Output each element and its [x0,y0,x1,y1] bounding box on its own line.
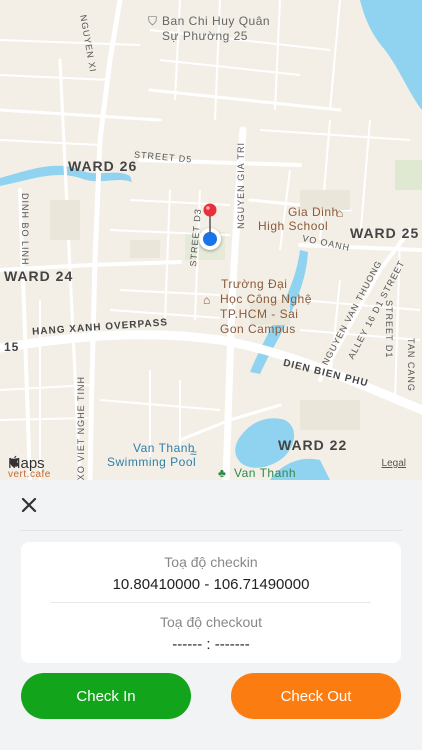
coordinates-card: Toạ độ checkin 10.80410000 - 106.7149000… [21,542,401,663]
ward-label: WARD 24 [4,268,74,284]
street-label: STREET D1 [384,300,394,359]
poi-gia-dinh-label: Gia Dinh [288,205,339,219]
university-icon: ⌂ [203,293,211,307]
park-icon: ♣ [218,466,227,480]
poi-icon: ⛉ [148,14,158,28]
road-number-label: 15 [4,340,20,354]
checkin-panel: Toạ độ checkin 10.80410000 - 106.7149000… [0,480,422,750]
poi-truong-label: TP.HCM - Sai [220,307,299,321]
check-in-button[interactable]: Check In [21,673,191,719]
poi-truong-label: Học Công Nghệ [220,292,312,306]
close-button[interactable] [16,492,42,518]
school-icon: ⌂ [336,206,344,220]
card-divider [51,602,371,603]
apple-logo-icon [10,455,19,467]
poi-van-thanh-label-2: Swimming Pool [107,455,197,469]
ward-label: WARD 22 [278,437,348,453]
street-label: TAN CANG [406,338,416,392]
ward-label: WARD 25 [350,225,420,241]
maps-attribution[interactable]: Maps [8,455,45,472]
poi-truong-label: Trường Đại [221,277,288,291]
poi-truong-label: Gon Campus [220,322,296,336]
map-pin-icon[interactable] [203,203,217,233]
street-label: DINH BO LINH [20,193,30,266]
poi-high-school-label: High School [258,219,329,233]
close-icon [21,497,37,513]
legal-link[interactable]: Legal [382,458,406,469]
poi-ban-chi-label-2: Sự Phường 25 [162,29,248,43]
map-view[interactable]: ⛉ Ban Chi Huy Quân Sự Phường 25 NGUYEN X… [0,0,422,480]
checkin-label: Toạ độ checkin [164,554,258,570]
poi-van-thanh-label: Van Thanh [133,441,196,455]
checkout-value: ------ : ------- [172,636,250,653]
location-dot [203,232,217,246]
poi-ban-chi-label: Ban Chi Huy Quân [162,14,271,28]
checkout-label: Toạ độ checkout [160,614,262,630]
poi-van-thanh-green-label: Van Thanh [234,466,297,480]
street-label: NGUYEN GIA TRI [236,142,246,229]
panel-divider [20,530,402,531]
street-label: XO VIET NGHE TINH [76,376,86,480]
checkin-value: 10.80410000 - 106.71490000 [112,576,310,593]
ward-label: WARD 26 [68,158,138,174]
check-out-button[interactable]: Check Out [231,673,401,719]
